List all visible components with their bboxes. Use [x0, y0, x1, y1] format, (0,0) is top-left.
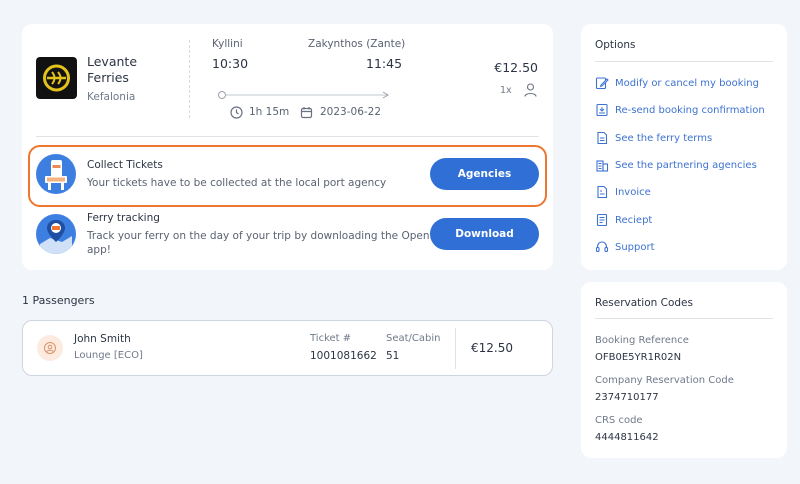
reservation-codes-title: Reservation Codes — [595, 297, 693, 309]
crs-code-value: 4444811642 — [595, 432, 659, 443]
agencies-button[interactable]: Agencies — [430, 158, 539, 190]
arrival-time: 11:45 — [366, 56, 403, 71]
edit-icon — [595, 76, 609, 90]
vertical-divider — [189, 40, 190, 118]
arrival-port: Zakynthos (Zante) — [308, 38, 406, 50]
options-card: Options Modify or cancel my booking Re-s… — [581, 24, 787, 270]
seat-number: 51 — [386, 350, 400, 362]
ferry-tracking-description-line2: app! — [87, 244, 111, 256]
document-icon — [595, 131, 609, 145]
invoice-icon — [595, 185, 609, 199]
avatar — [37, 335, 63, 361]
trip-price: €12.50 — [494, 60, 538, 75]
option-label: See the partnering agencies — [615, 159, 757, 171]
passenger-count: 1x — [500, 85, 512, 96]
crs-code-label: CRS code — [595, 415, 643, 426]
operator-subtitle: Kefalonia — [87, 91, 136, 103]
passenger-price: €12.50 — [471, 341, 513, 355]
option-ferry-terms[interactable]: See the ferry terms — [595, 131, 712, 145]
option-resend-confirmation[interactable]: Re-send booking confirmation — [595, 103, 765, 117]
reservation-codes-card: Reservation Codes Booking Reference OFB0… — [581, 282, 787, 458]
clock-icon — [230, 106, 243, 119]
ticket-number: 1001081662 — [310, 350, 377, 362]
reservation-codes-divider — [595, 318, 773, 319]
options-title: Options — [595, 39, 636, 51]
option-modify-booking[interactable]: Modify or cancel my booking — [595, 76, 759, 90]
passenger-divider — [455, 328, 456, 369]
location-pin-icon — [36, 214, 76, 254]
ticket-label: Ticket # — [310, 333, 352, 344]
option-partnering-agencies[interactable]: See the partnering agencies — [595, 158, 757, 172]
option-label: Reciept — [615, 214, 653, 226]
option-support[interactable]: Support — [595, 240, 655, 254]
trip-date: 2023-06-22 — [320, 106, 382, 118]
departure-time: 10:30 — [212, 56, 249, 71]
option-invoice[interactable]: Invoice — [595, 185, 651, 199]
booking-reference-label: Booking Reference — [595, 335, 689, 346]
option-label: Invoice — [615, 186, 651, 198]
option-label: Re-send booking confirmation — [615, 104, 765, 116]
passenger-name: John Smith — [74, 333, 131, 345]
ferry-tracking-description-line1: Track your ferry on the day of your trip… — [87, 230, 455, 242]
collect-tickets-title: Collect Tickets — [87, 159, 163, 171]
operator-name-line2: Ferries — [87, 70, 129, 85]
download-button[interactable]: Download — [430, 218, 539, 250]
receipt-icon — [595, 213, 609, 227]
option-label: See the ferry terms — [615, 132, 713, 144]
collect-tickets-description: Your tickets have to be collected at the… — [87, 177, 387, 189]
person-icon — [524, 83, 537, 97]
resend-icon — [595, 103, 609, 117]
passengers-heading: 1 Passengers — [22, 294, 95, 307]
company-code-label: Company Reservation Code — [595, 375, 734, 386]
passenger-class: Lounge [ECO] — [74, 350, 143, 361]
trip-duration: 1h 15m — [249, 106, 290, 118]
headset-icon — [595, 240, 609, 254]
ferry-tracking-title: Ferry tracking — [87, 212, 160, 224]
trip-card: Levante Ferries Kefalonia Kyllini Zakynt… — [22, 24, 553, 270]
booking-reference-value: OFB0E5YR1R02N — [595, 352, 682, 363]
section-divider — [36, 136, 539, 137]
option-label: Modify or cancel my booking — [615, 77, 759, 89]
operator-logo — [36, 57, 77, 99]
calendar-icon — [300, 106, 313, 119]
option-receipt[interactable]: Reciept — [595, 213, 652, 227]
ticket-collect-icon — [36, 154, 76, 194]
building-icon — [595, 158, 609, 172]
departure-port: Kyllini — [212, 38, 243, 50]
operator-name-line1: Levante — [87, 54, 138, 69]
passenger-row: John Smith Lounge [ECO] Ticket # 1001081… — [22, 320, 553, 376]
seat-label: Seat/Cabin — [386, 333, 441, 344]
option-label: Support — [615, 241, 655, 253]
options-divider — [595, 61, 773, 62]
route-line — [217, 85, 392, 99]
company-code-value: 2374710177 — [595, 392, 659, 403]
